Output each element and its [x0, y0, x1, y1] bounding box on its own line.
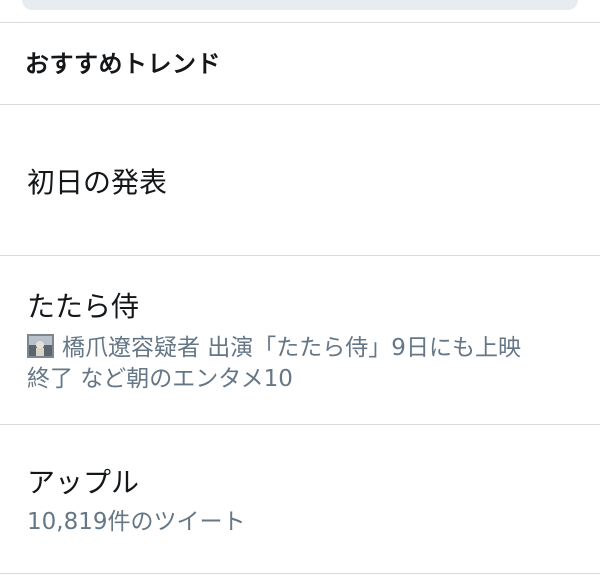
section-title: おすすめトレンド	[25, 50, 221, 78]
news-thumbnail-icon	[27, 334, 54, 358]
divider	[0, 573, 600, 574]
trend-title: たたら侍	[27, 290, 140, 323]
trends-page: おすすめトレンド 初日の発表 たたら侍 橋爪遼容疑者 出演「たたら侍」9日にも上…	[0, 0, 600, 582]
trend-item-shonichi[interactable]: 初日の発表	[0, 105, 600, 255]
trend-news-context[interactable]: 橋爪遼容疑者 出演「たたら侍」9日にも上映 終了 など朝のエンタメ10	[27, 333, 567, 395]
trend-title: アップル	[27, 466, 140, 499]
tweet-count: 10,819件のツイート	[27, 509, 246, 535]
news-line-2: 終了 など朝のエンタメ10	[27, 366, 293, 392]
trend-item-apple[interactable]: アップル 10,819件のツイート	[0, 425, 600, 573]
trend-title: 初日の発表	[27, 166, 168, 199]
news-line-1: 橋爪遼容疑者 出演「たたら侍」9日にも上映	[62, 335, 521, 361]
divider	[0, 22, 600, 23]
search-bar[interactable]	[22, 0, 578, 10]
